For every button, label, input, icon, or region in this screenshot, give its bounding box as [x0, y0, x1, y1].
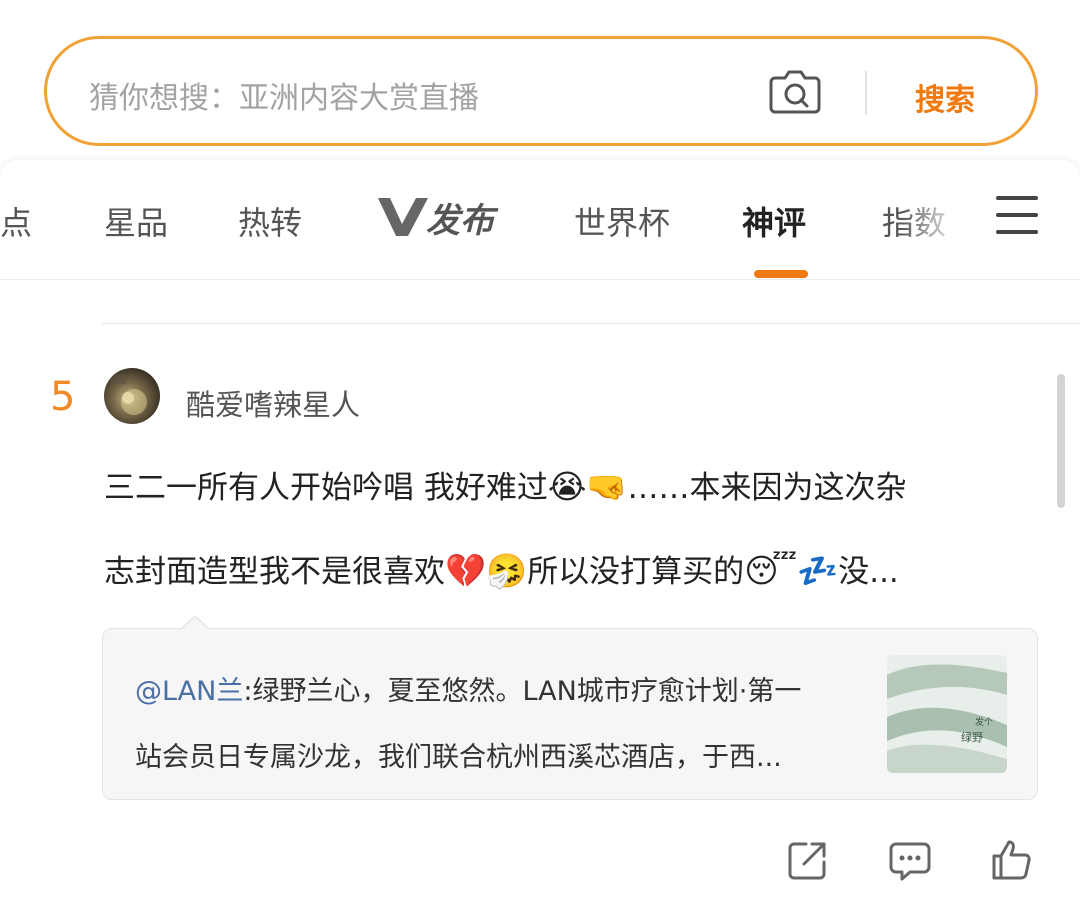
quote-notch-inner	[182, 617, 208, 629]
tab-fade-overlay	[900, 180, 990, 260]
sleeping-emoji-icon: 😴	[744, 551, 798, 590]
svg-text:发个: 发个	[975, 716, 993, 728]
comment-text: ……本来因为这次杂	[627, 470, 907, 506]
comment-icon[interactable]	[888, 838, 932, 882]
search-divider	[865, 71, 867, 115]
search-box[interactable]: 猜你想搜：亚洲内容大赏直播 搜索	[44, 36, 1038, 146]
comment-text: 志封面造型我不是很喜欢	[104, 554, 445, 590]
svg-text:发布: 发布	[426, 201, 499, 241]
tab-point[interactable]: 点	[0, 198, 32, 244]
quote-text: :绿野兰心，夏至悠然。LAN城市疗愈计划·第一	[243, 676, 802, 707]
comment-text-line-2: 志封面造型我不是很喜欢💔🤧所以没打算买的😴💤没...	[104, 546, 899, 591]
quoted-post-card[interactable]: @LAN兰:绿野兰心，夏至悠然。LAN城市疗愈计划·第一 站会员日专属沙龙，我们…	[102, 628, 1038, 800]
camera-icon[interactable]	[769, 68, 821, 114]
comment-text: 三二一所有人开始吟唱 我好难过	[104, 470, 548, 506]
share-icon[interactable]	[786, 838, 830, 882]
username[interactable]: 酷爱嗜辣星人	[186, 382, 360, 424]
tab-hot-repost[interactable]: 热转	[238, 198, 302, 244]
fist-emoji-icon: 🤜	[586, 467, 628, 506]
scrollbar[interactable]	[1057, 374, 1065, 508]
svg-text:绿野: 绿野	[961, 730, 983, 744]
tab-star-products[interactable]: 星品	[104, 198, 168, 244]
avatar[interactable]	[104, 368, 160, 424]
search-area: 猜你想搜：亚洲内容大赏直播 搜索	[0, 0, 1080, 160]
search-input[interactable]: 猜你想搜：亚洲内容大赏直播	[89, 73, 479, 117]
divider	[102, 323, 1080, 324]
quote-line-2: 站会员日专属沙龙，我们联合杭州西溪芯酒店，于西...	[135, 742, 782, 773]
tab-world-cup[interactable]: 世界杯	[574, 198, 670, 244]
search-button[interactable]: 搜索	[915, 75, 975, 119]
comment-rank: 5	[50, 374, 76, 420]
comment-text-line-1: 三二一所有人开始吟唱 我好难过😭🤜……本来因为这次杂	[104, 462, 907, 507]
tab-v-publish[interactable]: 发布	[376, 190, 502, 242]
broken-heart-emoji-icon: 💔	[445, 551, 487, 590]
quoted-post-thumbnail[interactable]: 绿野 发个	[887, 655, 1007, 773]
tab-bar: 点 星品 热转 发布 世界杯 神评 指数	[0, 160, 1080, 280]
mention-link[interactable]: @LAN兰	[135, 676, 243, 707]
crying-emoji-icon: 😭	[547, 467, 587, 506]
quote-line-1: @LAN兰:绿野兰心，夏至悠然。LAN城市疗愈计划·第一	[135, 669, 801, 708]
like-icon[interactable]	[990, 838, 1034, 882]
tab-hot-comments[interactable]: 神评	[742, 198, 806, 244]
comment-text: 没...	[838, 554, 899, 590]
comment-text: 所以没打算买的	[527, 554, 745, 590]
sneezing-emoji-icon: 🤧	[486, 551, 528, 590]
menu-icon[interactable]	[996, 196, 1038, 234]
zzz-emoji-icon: 💤	[797, 551, 839, 590]
active-tab-indicator	[754, 270, 808, 278]
